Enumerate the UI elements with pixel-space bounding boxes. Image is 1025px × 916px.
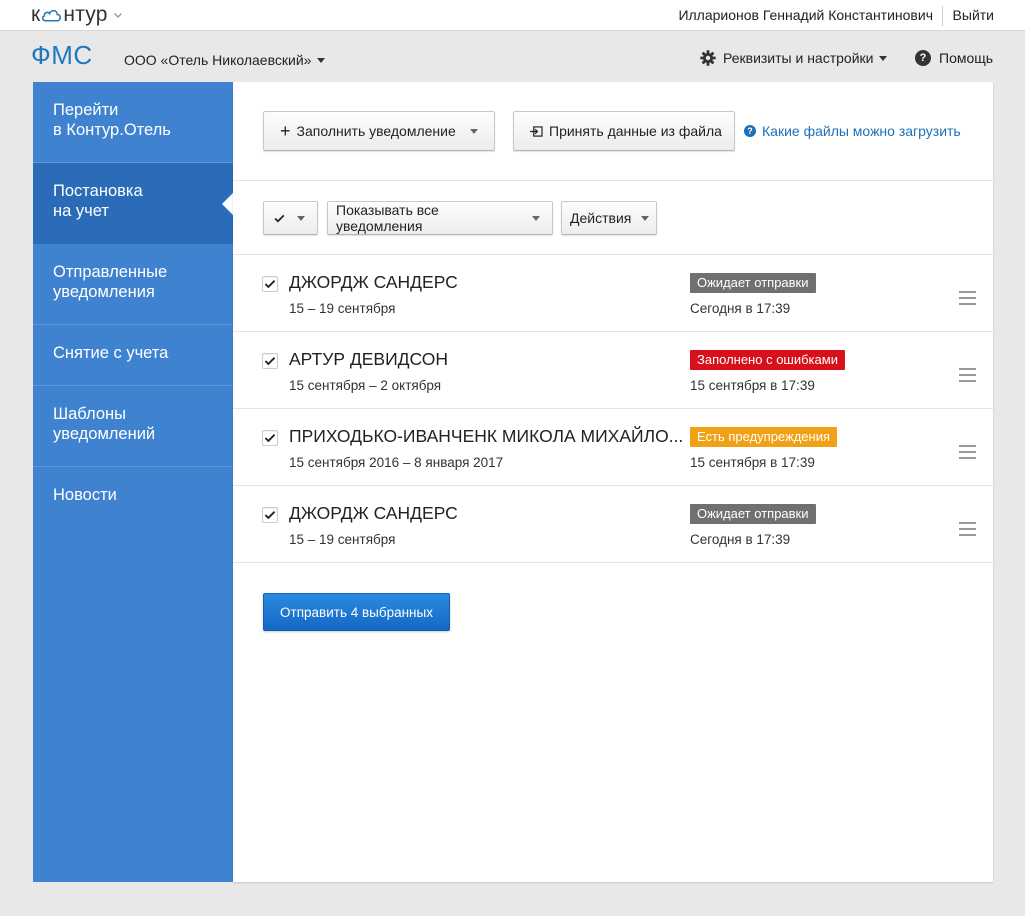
notification-row[interactable]: ДЖОРДЖ САНДЕРС 15 – 19 сентября Ожидает …: [233, 486, 993, 563]
sidebar-item-label: Шаблоны: [53, 405, 126, 423]
sidebar-item-label: на учет: [53, 202, 109, 220]
cloud-icon: [42, 9, 62, 22]
checkmark-icon: [264, 511, 276, 520]
stay-dates: 15 – 19 сентября: [289, 532, 396, 547]
actions-dropdown[interactable]: Действия: [561, 201, 657, 235]
caret-down-icon: [641, 215, 650, 221]
send-selected-button[interactable]: Отправить 4 выбранных: [263, 593, 450, 631]
main-panel: + Заполнить уведомление Принять данные и…: [233, 82, 993, 882]
sidebar-item-label: Постановка: [53, 182, 143, 200]
updated-time: 15 сентября в 17:39: [690, 455, 815, 470]
updated-time: Сегодня в 17:39: [690, 532, 791, 547]
help-label: Помощь: [939, 50, 994, 66]
stay-dates: 15 сентября 2016 – 8 января 2017: [289, 455, 504, 470]
status-badge: Есть предупреждения: [690, 427, 838, 447]
supported-files-link[interactable]: ? Какие файлы можно загрузить: [744, 123, 961, 139]
stay-dates: 15 сентября – 2 октября: [289, 378, 442, 393]
hamburger-menu-icon[interactable]: [959, 291, 976, 309]
sidebar-item-registration[interactable]: Постановка на учет: [33, 163, 233, 244]
import-file-label: Принять данные из файла: [549, 123, 722, 139]
status-badge: Ожидает отправки: [690, 504, 816, 524]
logo-suffix: нтур: [63, 3, 108, 26]
kontur-logo[interactable]: к нтур: [31, 3, 123, 27]
notification-filter-label: Показывать все уведомления: [336, 202, 439, 234]
sidebar: Перейти в Контур.Отель Постановка на уче…: [33, 82, 233, 882]
guest-name[interactable]: ДЖОРДЖ САНДЕРС: [289, 503, 689, 524]
updated-time: Сегодня в 17:39: [690, 301, 791, 316]
sidebar-item-label: уведомления: [53, 283, 155, 301]
row-checkbox[interactable]: [262, 353, 278, 369]
notification-row[interactable]: ПРИХОДЬКО-ИВАНЧЕНК МИКОЛА МИХАЙЛО... 15 …: [233, 409, 993, 486]
checkmark-icon: [264, 280, 276, 289]
import-icon: [530, 125, 543, 137]
toolbar-primary: + Заполнить уведомление Принять данные и…: [233, 82, 993, 181]
row-checkbox[interactable]: [262, 507, 278, 523]
logout-link[interactable]: Выйти: [953, 7, 994, 23]
organization-selector[interactable]: ООО «Отель Николаевский»: [124, 52, 326, 68]
stay-dates: 15 – 19 сентября: [289, 301, 396, 316]
divider: [942, 6, 943, 26]
hamburger-menu-icon[interactable]: [959, 445, 976, 463]
toolbar-filters: Показывать все уведомления Действия: [233, 181, 993, 255]
sidebar-item-label: Отправленные: [53, 263, 168, 281]
organization-name: ООО «Отель Николаевский»: [124, 52, 312, 68]
notification-row[interactable]: ДЖОРДЖ САНДЕРС 15 – 19 сентября Ожидает …: [233, 255, 993, 332]
hamburger-menu-icon[interactable]: [959, 368, 976, 386]
status-badge: Заполнено с ошибками: [690, 350, 845, 370]
app-header: ФМС ООО «Отель Николаевский» Реквизиты и…: [0, 31, 1025, 83]
caret-down-icon: [297, 215, 305, 221]
sidebar-item-sent-notifications[interactable]: Отправленные уведомления: [33, 244, 233, 325]
caret-down-icon: [469, 128, 478, 134]
guest-name[interactable]: АРТУР ДЕВИДСОН: [289, 349, 689, 370]
hamburger-menu-icon[interactable]: [959, 522, 976, 540]
sidebar-item-go-to-hotel[interactable]: Перейти в Контур.Отель: [33, 82, 233, 163]
caret-down-icon: [532, 215, 540, 221]
checkmark-icon: [274, 214, 285, 222]
question-icon: ?: [744, 125, 756, 137]
sidebar-item-label: Перейти: [53, 101, 119, 119]
logo-prefix: к: [31, 3, 41, 26]
import-file-button[interactable]: Принять данные из файла: [513, 111, 735, 151]
notification-list: ДЖОРДЖ САНДЕРС 15 – 19 сентября Ожидает …: [233, 255, 993, 563]
guest-name[interactable]: ПРИХОДЬКО-ИВАНЧЕНК МИКОЛА МИХАЙЛО...: [289, 426, 689, 447]
top-bar: к нтур Илларионов Геннадий Константинови…: [0, 0, 1025, 31]
actions-label: Действия: [570, 210, 632, 226]
plus-icon: +: [280, 121, 291, 141]
settings-label: Реквизиты и настройки: [723, 50, 874, 66]
checkmark-icon: [264, 357, 276, 366]
checkmark-icon: [264, 434, 276, 443]
sidebar-item-label: Снятие с учета: [53, 344, 169, 362]
settings-menu[interactable]: Реквизиты и настройки: [700, 50, 888, 66]
notification-filter-dropdown[interactable]: Показывать все уведомления: [327, 201, 553, 235]
chevron-down-icon: [113, 13, 122, 18]
select-all-dropdown[interactable]: [263, 201, 318, 235]
question-icon: ?: [915, 50, 931, 66]
help-link[interactable]: ? Помощь: [915, 50, 993, 66]
gear-icon: [700, 50, 716, 66]
supported-files-label: Какие файлы можно загрузить: [762, 123, 961, 139]
sidebar-item-label: в Контур.Отель: [53, 121, 171, 139]
guest-name[interactable]: ДЖОРДЖ САНДЕРС: [289, 272, 689, 293]
row-checkbox[interactable]: [262, 430, 278, 446]
user-name[interactable]: Илларионов Геннадий Константинович: [678, 7, 933, 23]
sidebar-item-deregistration[interactable]: Снятие с учета: [33, 325, 233, 386]
caret-down-icon: [317, 57, 326, 63]
row-checkbox[interactable]: [262, 276, 278, 292]
sidebar-item-label: Новости: [53, 486, 117, 504]
status-badge: Ожидает отправки: [690, 273, 816, 293]
sidebar-item-templates[interactable]: Шаблоны уведомлений: [33, 386, 233, 467]
sidebar-item-label: уведомлений: [53, 425, 156, 443]
fill-notification-button[interactable]: + Заполнить уведомление: [263, 111, 495, 151]
sidebar-item-news[interactable]: Новости: [33, 467, 233, 548]
caret-down-icon: [879, 55, 888, 61]
app-brand[interactable]: ФМС: [31, 40, 93, 71]
fill-notification-label: Заполнить уведомление: [296, 123, 456, 139]
updated-time: 15 сентября в 17:39: [690, 378, 815, 393]
notification-row[interactable]: АРТУР ДЕВИДСОН 15 сентября – 2 октября З…: [233, 332, 993, 409]
